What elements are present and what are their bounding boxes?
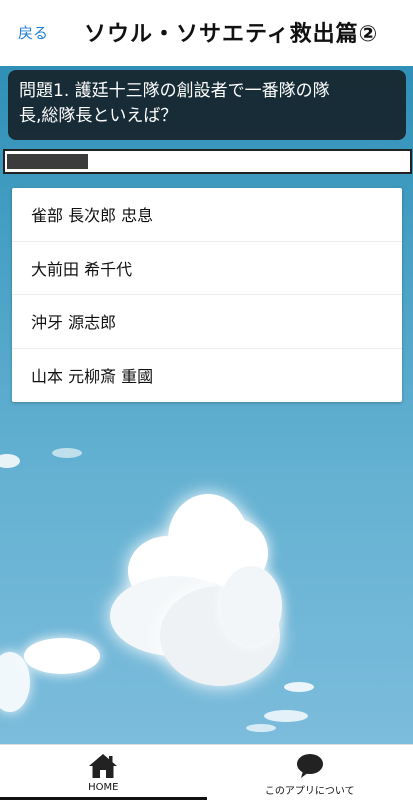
nav-label-about: このアプリについて (264, 786, 355, 797)
nav-label-home: HOME (88, 782, 119, 793)
bottom-navigation: HOME このアプリについて (0, 744, 413, 800)
progress-bar (3, 149, 412, 174)
cloud-small-left (0, 454, 20, 468)
cloud-lower-right-part (246, 724, 276, 732)
answer-option-1[interactable]: 雀部 長次郎 忠息 (12, 188, 402, 242)
home-icon (89, 754, 118, 778)
cloud-large-part (220, 566, 282, 646)
app-header: 戻る ソウル・ソサエティ救出篇② (0, 0, 413, 66)
back-button[interactable]: 戻る (18, 22, 48, 43)
cloud-lower-left (24, 638, 100, 674)
question-text-line1: 問題1. 護廷十三隊の創設者で一番隊の隊 (19, 81, 330, 101)
cloud-small-mid (52, 448, 82, 458)
progress-bar-fill (7, 154, 88, 169)
answer-option-2[interactable]: 大前田 希千代 (12, 242, 402, 295)
cloud-lower-right (284, 682, 314, 692)
nav-item-home[interactable]: HOME (0, 745, 207, 800)
cloud-lower-right-part (264, 710, 308, 722)
answer-option-3[interactable]: 沖牙 源志郎 (12, 295, 402, 349)
question-text-line2: 長,総隊長といえば？ (19, 106, 178, 126)
answer-list: 雀部 長次郎 忠息 大前田 希千代 沖牙 源志郎 山本 元柳斎 重國 (12, 188, 402, 402)
question-box: 問題1. 護廷十三隊の創設者で一番隊の隊 長,総隊長といえば？ (8, 70, 406, 140)
answer-option-4[interactable]: 山本 元柳斎 重國 (12, 349, 402, 403)
nav-item-about[interactable]: このアプリについて (207, 745, 413, 800)
page-title: ソウル・ソサエティ救出篇② (84, 22, 379, 47)
speech-bubble-icon (296, 754, 323, 778)
